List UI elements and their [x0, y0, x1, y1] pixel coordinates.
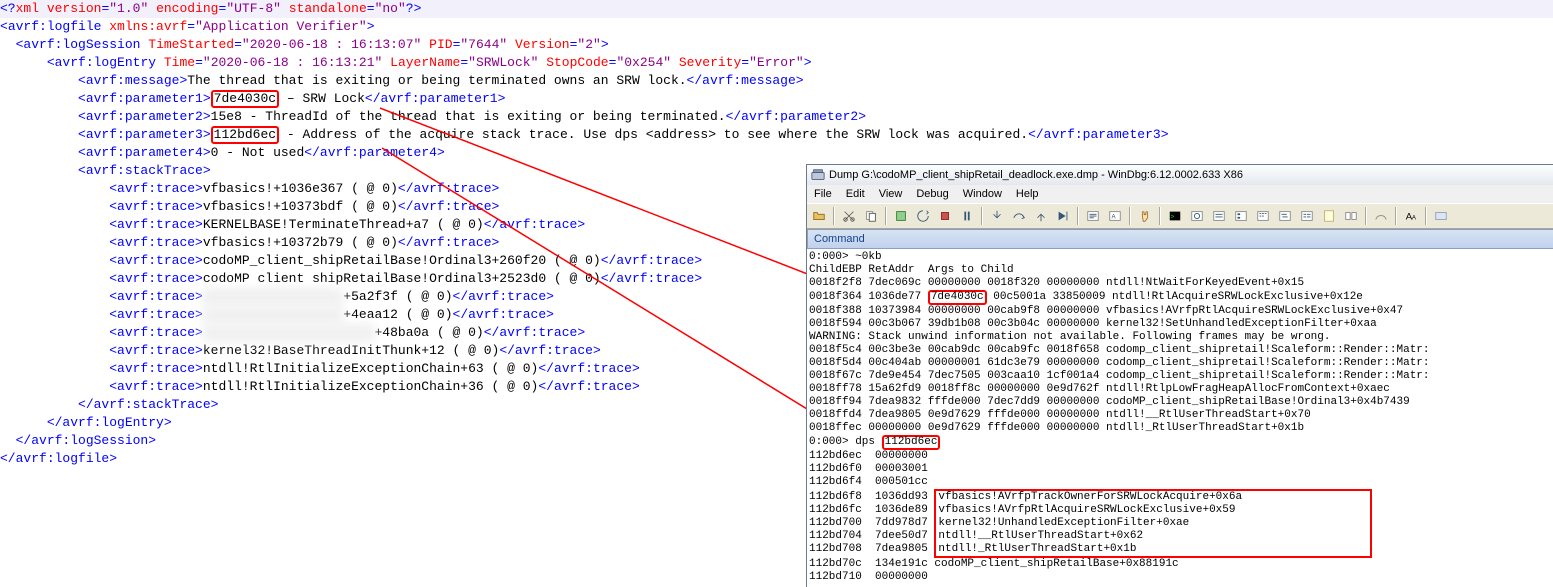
menu-edit[interactable]: Edit: [839, 183, 872, 205]
stack-symbol-box: vfbasics!AVrfpRtlAcquireSRWLockExclusive…: [934, 504, 1372, 517]
stack-symbol-box: ntdll!__RtlUserThreadStart+0x62: [934, 530, 1372, 543]
highlight-srwlock-addr: 7de4030c: [928, 290, 987, 305]
font-icon[interactable]: AA: [1401, 206, 1421, 226]
stop-icon[interactable]: [935, 206, 955, 226]
hand-icon[interactable]: [1135, 206, 1155, 226]
disasm-icon[interactable]: [1297, 206, 1317, 226]
command-output[interactable]: 0:000> ~0kb ChildEBP RetAddr Args to Chi…: [807, 249, 1553, 587]
menu-view[interactable]: View: [872, 183, 910, 205]
menu-file[interactable]: File: [807, 183, 839, 205]
go-icon[interactable]: [891, 206, 911, 226]
window-title: Dump G:\codoMP_client_shipRetail_deadloc…: [829, 166, 1243, 184]
windbg-app-icon: [811, 168, 825, 182]
stack-symbol-box: vfbasics!AVrfpTrackOwnerForSRWLockAcquir…: [934, 489, 1372, 504]
stack-symbol-box: kernel32!UnhandledExceptionFilter+0xae: [934, 517, 1372, 530]
command-panel-header: Command: [807, 229, 1553, 249]
restart-icon[interactable]: [913, 206, 933, 226]
copy-icon[interactable]: [861, 206, 881, 226]
toolbar[interactable]: A > AA: [807, 203, 1553, 229]
step-out-icon[interactable]: [1031, 206, 1051, 226]
registers-icon[interactable]: [1231, 206, 1251, 226]
cmd-window-icon[interactable]: >: [1165, 206, 1185, 226]
param1-value: 7de4030c: [211, 90, 279, 108]
run-to-cursor-icon[interactable]: [1053, 206, 1073, 226]
asm-mode-icon[interactable]: A: [1105, 206, 1125, 226]
step-into-icon[interactable]: [987, 206, 1007, 226]
window-titlebar[interactable]: Dump G:\codoMP_client_shipRetail_deadloc…: [807, 165, 1553, 185]
watch-icon[interactable]: [1187, 206, 1207, 226]
svg-text:A: A: [1412, 215, 1417, 222]
processes-icon[interactable]: [1341, 206, 1361, 226]
svg-text:>: >: [1171, 214, 1175, 221]
menu-bar[interactable]: FileEditViewDebugWindowHelp: [807, 185, 1553, 203]
options-icon[interactable]: [1431, 206, 1451, 226]
windbg-window: Dump G:\codoMP_client_shipRetail_deadloc…: [806, 164, 1553, 587]
calls-icon[interactable]: [1275, 206, 1295, 226]
menu-window[interactable]: Window: [956, 183, 1009, 205]
src-mode-icon[interactable]: [1083, 206, 1103, 226]
cut-icon[interactable]: [839, 206, 859, 226]
src-path-icon[interactable]: [1371, 206, 1391, 226]
step-over-icon[interactable]: [1009, 206, 1029, 226]
locals-icon[interactable]: [1209, 206, 1229, 226]
menu-help[interactable]: Help: [1009, 183, 1046, 205]
highlight-dps-addr: 112bd6ec: [882, 435, 941, 450]
notes-icon[interactable]: [1319, 206, 1339, 226]
break-icon[interactable]: [957, 206, 977, 226]
memory-icon[interactable]: [1253, 206, 1273, 226]
open-icon[interactable]: [809, 206, 829, 226]
param3-value: 112bd6ec: [211, 126, 279, 144]
menu-debug[interactable]: Debug: [909, 183, 955, 205]
stack-symbol-box: ntdll!_RtlUserThreadStart+0x1b: [934, 543, 1372, 558]
